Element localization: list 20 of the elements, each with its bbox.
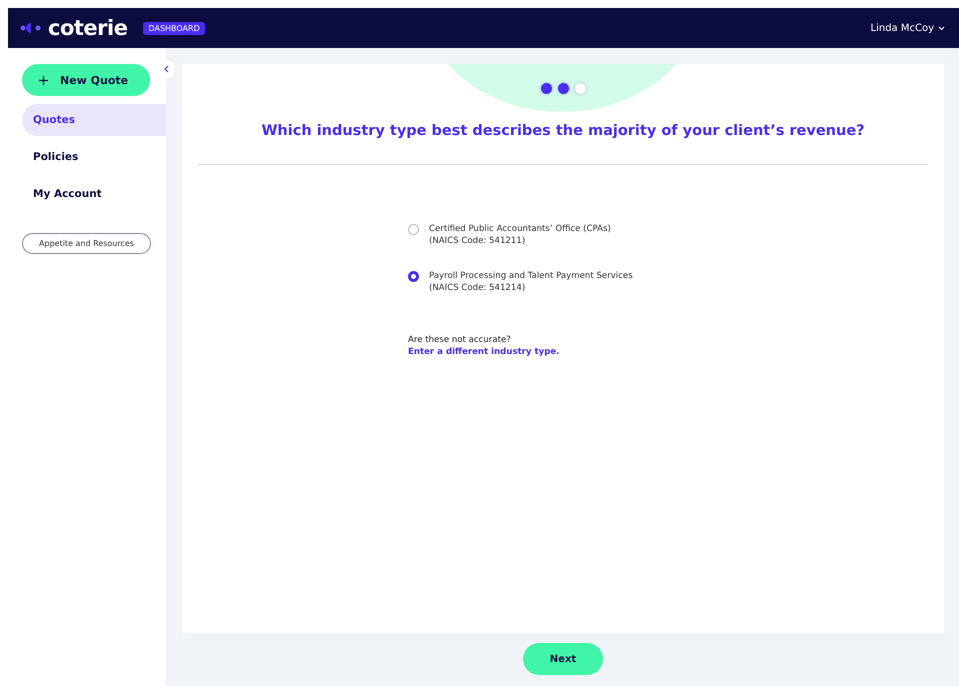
brand-name: coterie xyxy=(48,16,128,40)
chevron-down-icon xyxy=(938,26,945,30)
sidebar-item[interactable]: Quotes xyxy=(22,104,166,136)
radio-button[interactable] xyxy=(408,271,419,282)
different-industry-link[interactable]: Enter a different industry type. xyxy=(408,347,778,358)
dashboard-badge: DASHBOARD xyxy=(143,22,205,34)
chevron-left-icon xyxy=(164,65,168,73)
next-button[interactable]: Next xyxy=(523,643,603,675)
radio-button[interactable] xyxy=(408,224,419,235)
option-label: Certified Public Accountants’ Office (CPAs) (NAICS Code: 541211) xyxy=(429,223,611,248)
new-quote-button[interactable]: New Quote xyxy=(22,64,150,96)
question-title: Which industry type best describes the majority of your client’s revenue? xyxy=(261,123,865,139)
sidebar-item[interactable]: My Account xyxy=(22,178,166,210)
user-menu[interactable]: Linda McCoy xyxy=(870,22,945,34)
plus-icon xyxy=(39,76,48,84)
help-text: Are these not accurate? xyxy=(408,335,512,346)
appetite-resources-button[interactable]: Appetite and Resources xyxy=(22,233,151,254)
logo-icon xyxy=(20,22,42,34)
sidebar-item[interactable]: Policies xyxy=(22,141,166,173)
option-label: Payroll Processing and Talent Payment Services (NAICS Code: 541214) xyxy=(429,270,633,294)
